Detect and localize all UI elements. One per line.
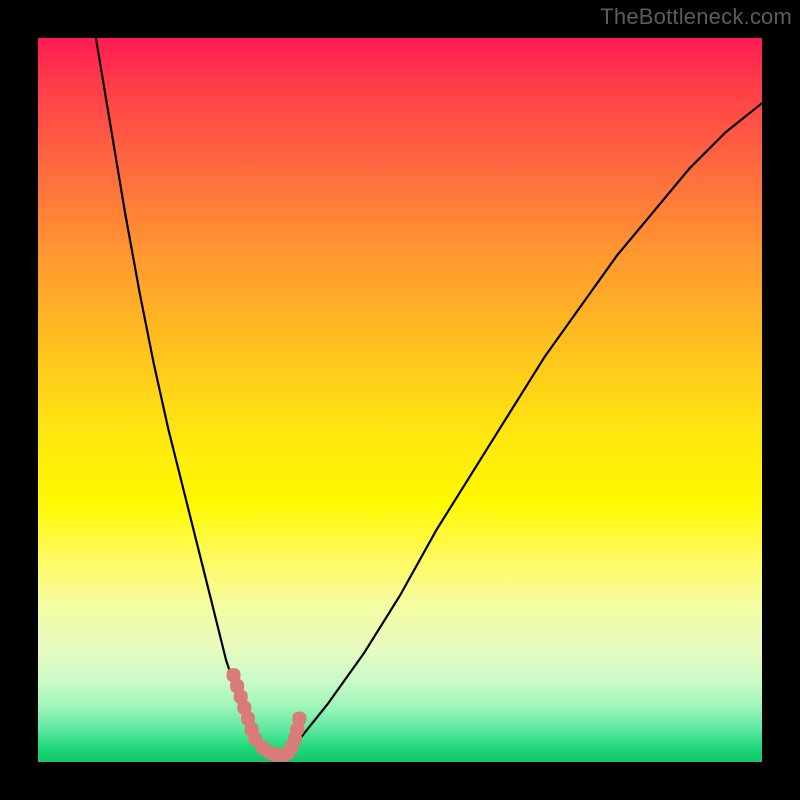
- highlight-dot: [292, 712, 306, 726]
- watermark-text: TheBottleneck.com: [600, 4, 792, 30]
- highlight-dots: [227, 668, 307, 762]
- plot-area: [38, 38, 762, 762]
- chart-frame: TheBottleneck.com: [0, 0, 800, 800]
- curve-path: [96, 38, 762, 755]
- chart-svg: [38, 38, 762, 762]
